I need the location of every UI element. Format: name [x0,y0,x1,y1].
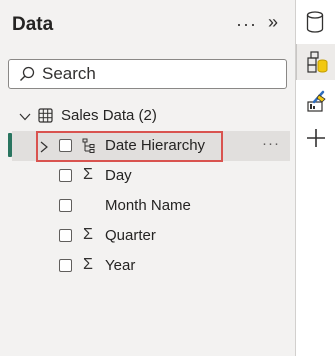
more-options-button[interactable]: ··· [236,14,257,35]
field-label: Month Name [105,197,191,214]
highlight-box [36,131,223,162]
chevron-down-icon[interactable] [19,110,31,128]
search-icon [19,66,35,87]
data-pane-button[interactable] [296,4,335,40]
selection-accent [8,133,12,157]
table-icon [38,108,53,128]
model-view-button[interactable] [296,44,335,80]
sigma-icon: Σ [83,256,93,273]
data-pane: Data ··· » Sales Data (2) [0,0,296,356]
field-row-month-name[interactable]: Month Name [0,191,296,221]
model-icon [307,50,329,79]
field-checkbox[interactable] [59,199,72,212]
table-name: Sales Data (2) [61,107,157,124]
field-label: Year [105,257,136,274]
format-pane-button[interactable] [296,84,335,120]
field-label: Day [105,167,132,184]
add-icon [306,128,326,153]
field-more-button[interactable]: ··· [262,135,280,152]
search-input[interactable] [42,63,272,85]
field-row-quarter[interactable]: Σ Quarter [0,221,296,251]
pane-switcher-rail [296,0,335,356]
field-checkbox[interactable] [59,259,72,272]
sigma-icon: Σ [83,226,93,243]
add-pane-button[interactable] [296,122,335,158]
sigma-icon: Σ [83,166,93,183]
field-checkbox[interactable] [59,229,72,242]
format-icon [306,90,328,119]
pane-title: Data [12,14,54,35]
collapse-pane-button[interactable]: » [268,12,278,33]
field-checkbox[interactable] [59,169,72,182]
field-label: Quarter [105,227,156,244]
data-icon [306,11,324,38]
field-row-year[interactable]: Σ Year [0,251,296,281]
table-node[interactable]: Sales Data (2) [0,101,296,131]
field-row-day[interactable]: Σ Day [0,161,296,191]
search-box[interactable] [8,59,287,89]
